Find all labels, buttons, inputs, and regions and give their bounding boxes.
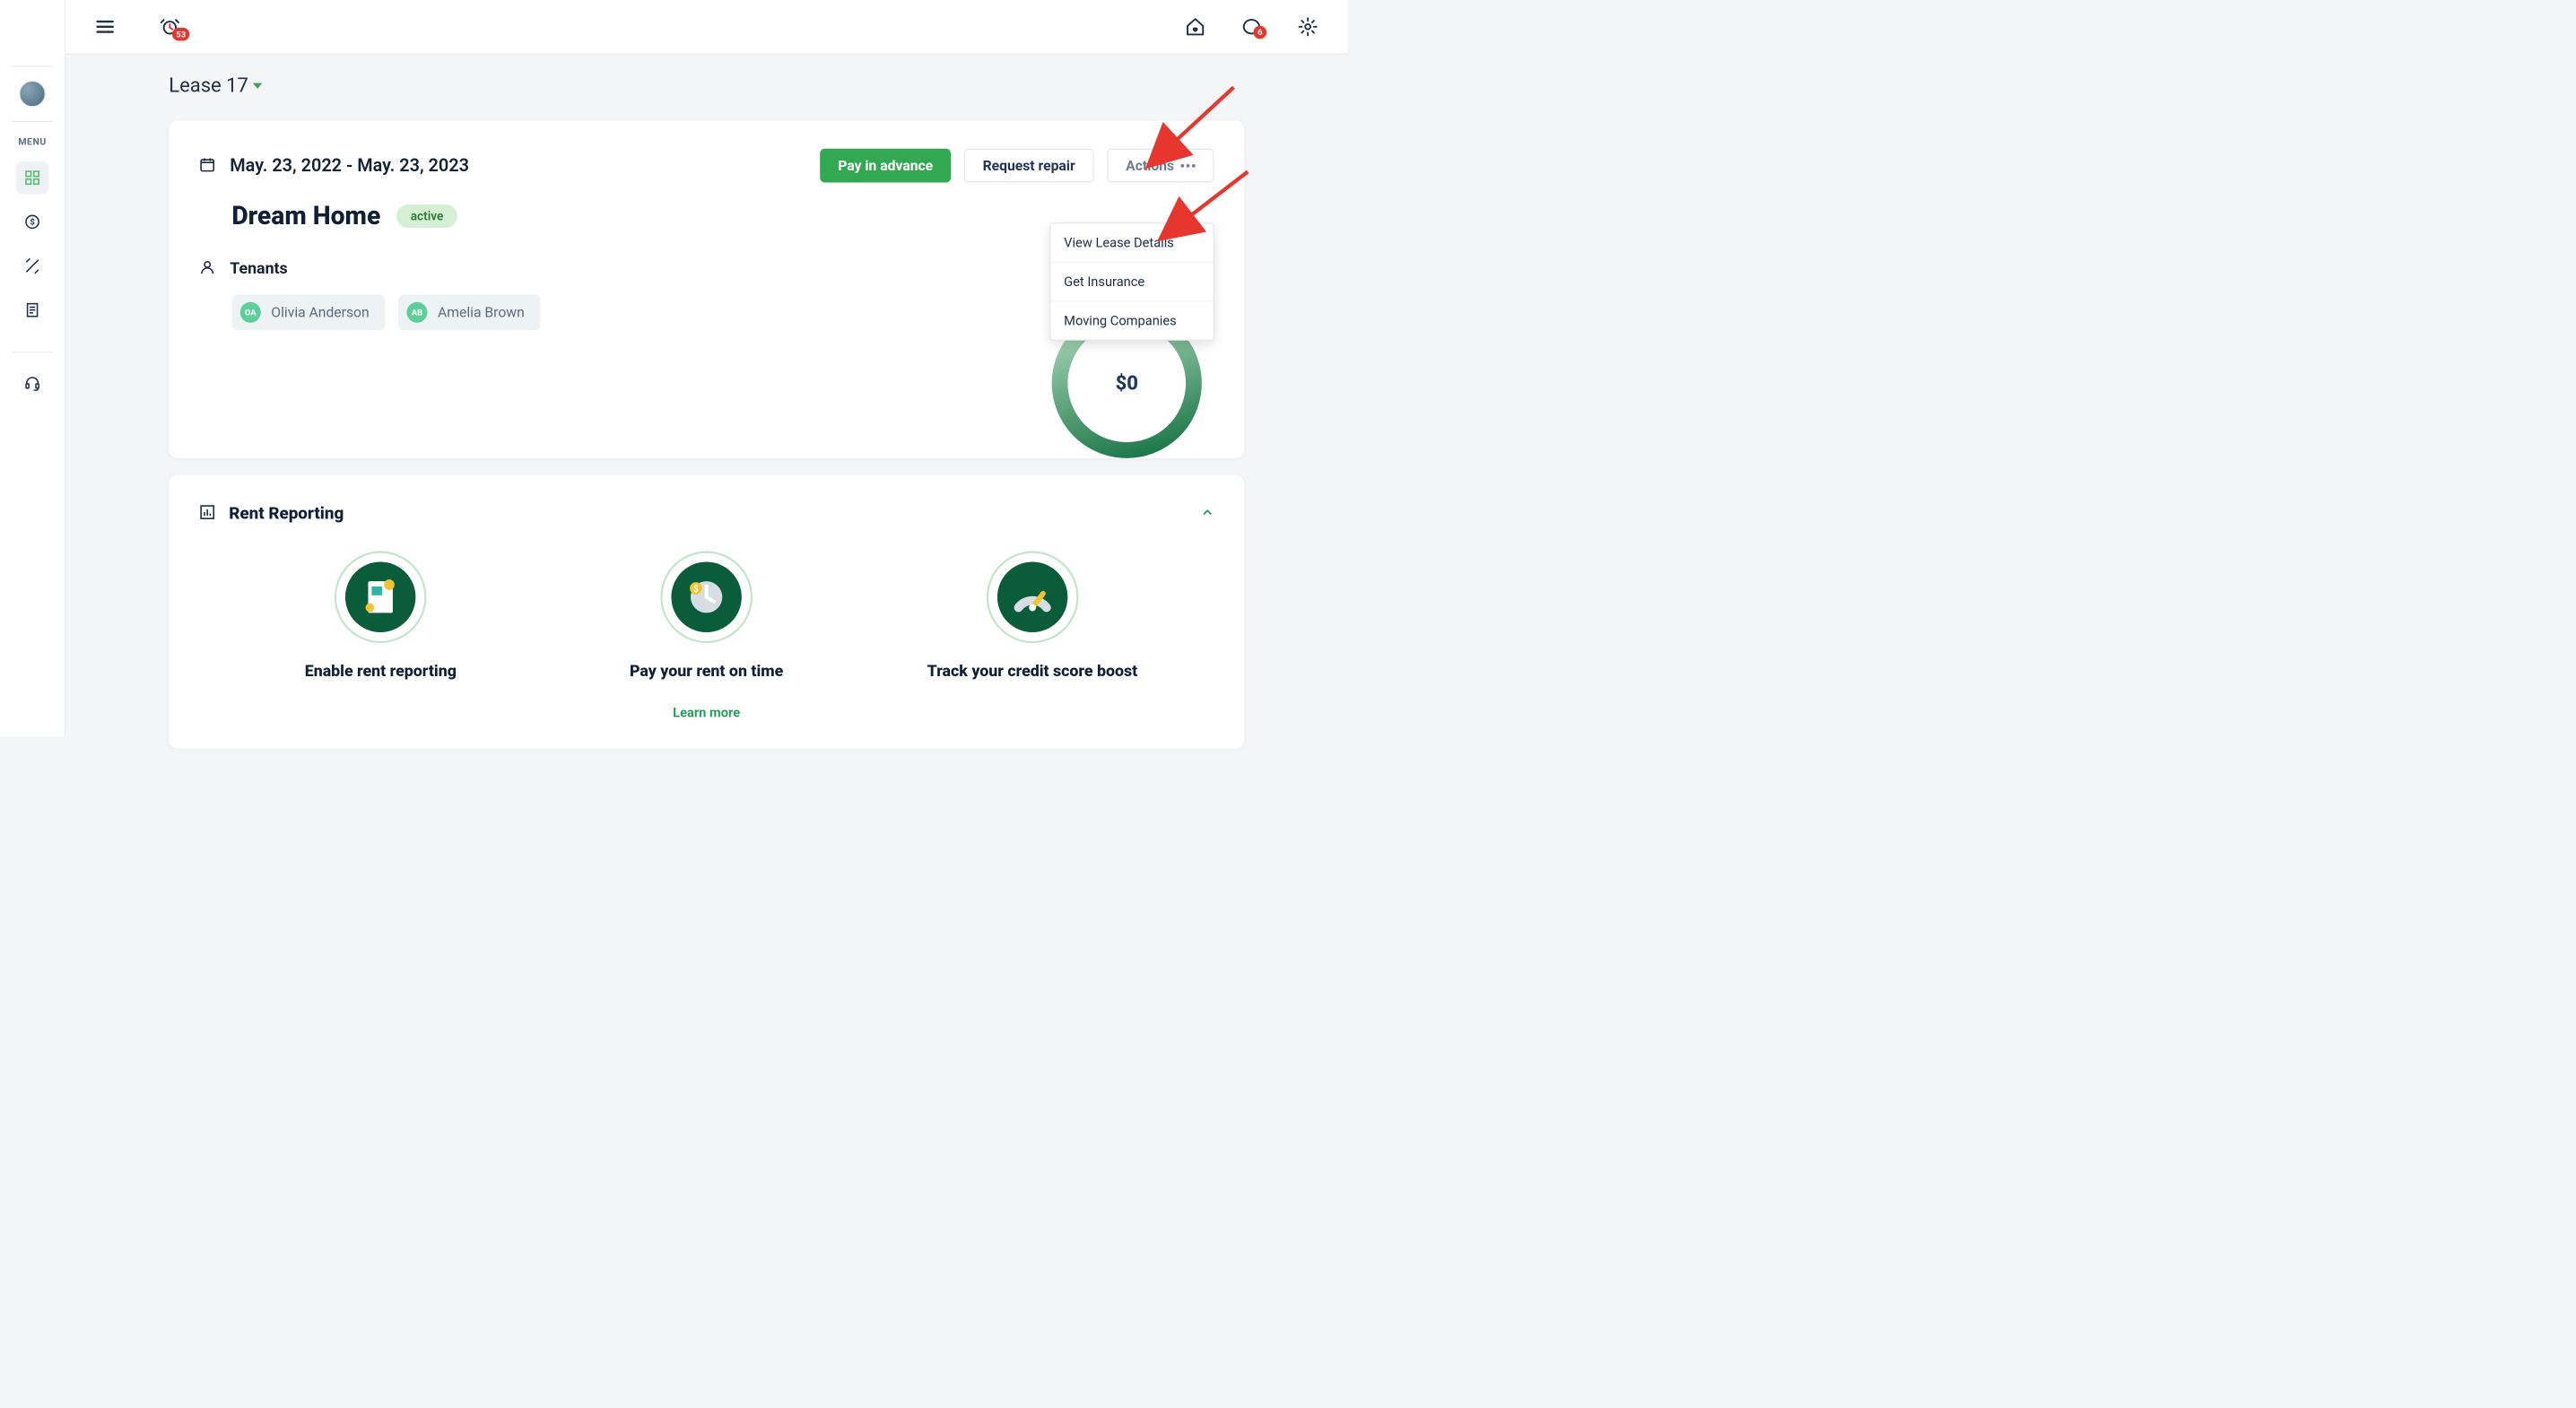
person-icon	[199, 259, 216, 278]
chevron-down-icon	[253, 83, 262, 88]
sidebar-payments[interactable]: $	[16, 205, 49, 239]
rent-reporting-title: Rent Reporting	[229, 503, 1188, 523]
document-icon	[24, 301, 41, 318]
avatar[interactable]	[19, 81, 45, 107]
rr-illustration-2: $	[660, 552, 753, 644]
learn-more-link[interactable]: Learn more	[199, 705, 1214, 720]
hamburger-button[interactable]	[94, 15, 117, 38]
menu-label: MENU	[18, 136, 46, 148]
tenant-avatar: AB	[406, 302, 427, 323]
bar-chart-icon	[199, 504, 216, 523]
home-heart-icon	[1185, 16, 1205, 37]
dollar-circle-icon: $	[24, 213, 41, 230]
home-button[interactable]	[1184, 15, 1206, 38]
sidebar-maintenance[interactable]	[16, 249, 49, 282]
dropdown-get-insurance[interactable]: Get Insurance	[1051, 263, 1214, 301]
tenant-name: Olivia Anderson	[271, 304, 369, 320]
more-dots-icon	[1180, 164, 1195, 168]
dropdown-moving-companies[interactable]: Moving Companies	[1051, 301, 1214, 339]
balance-amount: $0	[1116, 371, 1138, 395]
rr-label-1: Enable rent reporting	[305, 662, 457, 681]
rr-illustration-1	[335, 552, 427, 644]
topbar: 53 6	[65, 0, 1347, 55]
tenant-chip[interactable]: AB Amelia Brown	[398, 294, 540, 330]
tenants-label: Tenants	[230, 259, 287, 278]
lease-date-range: May. 23, 2022 - May. 23, 2023	[230, 155, 469, 176]
chevron-up-icon	[1201, 506, 1214, 519]
settings-button[interactable]	[1297, 15, 1319, 38]
lease-breadcrumb-label: Lease 17	[169, 74, 248, 98]
hamburger-icon	[95, 16, 116, 37]
tenant-chip[interactable]: OA Olivia Anderson	[231, 294, 385, 330]
rr-label-2: Pay your rent on time	[630, 662, 783, 681]
actions-button[interactable]: Actions	[1107, 149, 1214, 183]
rr-label-3: Track your credit score boost	[927, 662, 1138, 681]
rr-col-3: Track your credit score boost	[910, 552, 1154, 681]
request-repair-button[interactable]: Request repair	[964, 149, 1094, 183]
tools-icon	[24, 257, 41, 274]
chat-button[interactable]: 6	[1240, 15, 1263, 38]
svg-text:$: $	[30, 218, 34, 228]
chat-badge: 6	[1253, 26, 1266, 39]
actions-dropdown: View Lease Details Get Insurance Moving …	[1049, 222, 1214, 340]
sidebar-dashboard[interactable]	[16, 161, 49, 195]
sidebar-documents[interactable]	[16, 293, 49, 326]
left-rail: MENU $	[0, 0, 65, 736]
lease-dropdown[interactable]: Lease 17	[169, 74, 1244, 98]
rr-illustration-3	[987, 552, 1079, 644]
gear-icon	[1298, 16, 1318, 37]
lease-card: May. 23, 2022 - May. 23, 2023 Pay in adv…	[169, 120, 1244, 458]
tenant-name: Amelia Brown	[438, 304, 525, 320]
alarm-button[interactable]: 53	[159, 15, 181, 38]
collapse-button[interactable]	[1201, 506, 1214, 521]
page-content: Lease 17 May. 23, 2022 - May. 23, 2023 P…	[65, 55, 1347, 794]
alarm-badge: 53	[172, 28, 189, 41]
dropdown-view-lease-details[interactable]: View Lease Details	[1051, 223, 1214, 262]
headset-icon	[24, 375, 41, 392]
grid-icon	[24, 169, 41, 187]
property-name: Dream Home	[231, 201, 380, 230]
actions-label: Actions	[1126, 157, 1174, 173]
pay-in-advance-button[interactable]: Pay in advance	[820, 149, 951, 183]
rr-col-2: $ Pay your rent on time	[585, 552, 829, 681]
rent-reporting-card: Rent Reporting Enable rent reporting $	[169, 475, 1244, 749]
tenant-avatar: OA	[240, 302, 261, 323]
calendar-icon	[199, 156, 216, 175]
rr-col-1: Enable rent reporting	[258, 552, 502, 681]
sidebar-support[interactable]	[16, 367, 49, 400]
status-badge: active	[396, 204, 457, 228]
svg-text:$: $	[693, 585, 699, 595]
